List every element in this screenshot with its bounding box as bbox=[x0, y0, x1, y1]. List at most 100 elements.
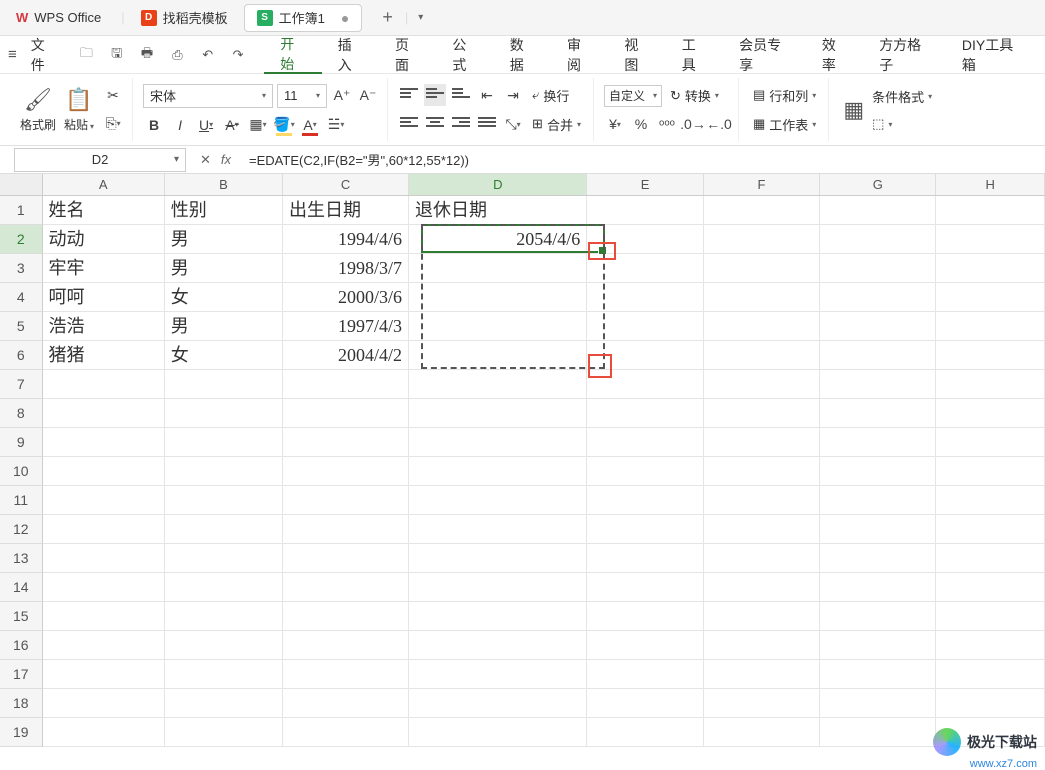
cancel-formula-icon[interactable]: ✕ bbox=[200, 152, 211, 168]
cell[interactable] bbox=[283, 399, 409, 428]
wrap-button[interactable]: ⤶ 换行 bbox=[528, 84, 573, 107]
valign-top[interactable] bbox=[398, 84, 420, 106]
tab-close-icon[interactable]: ● bbox=[341, 10, 349, 26]
cell[interactable] bbox=[283, 370, 409, 399]
cell[interactable] bbox=[165, 660, 283, 689]
cell[interactable] bbox=[43, 457, 165, 486]
cell[interactable] bbox=[43, 544, 165, 573]
file-menu[interactable]: 文件 bbox=[31, 35, 56, 75]
cell[interactable] bbox=[283, 544, 409, 573]
cut-icon[interactable]: ✂ bbox=[102, 85, 124, 107]
halign-center[interactable] bbox=[424, 113, 446, 135]
font-shrink-icon[interactable]: A⁻ bbox=[357, 85, 379, 107]
row-header[interactable]: 9 bbox=[0, 428, 43, 457]
cell[interactable] bbox=[704, 486, 820, 515]
cell[interactable] bbox=[820, 515, 936, 544]
phonetic-button[interactable]: ☱▾ bbox=[325, 114, 347, 136]
merge-button[interactable]: ⊞ 合并▾ bbox=[528, 113, 585, 136]
cell[interactable] bbox=[820, 428, 936, 457]
cell[interactable] bbox=[587, 283, 703, 312]
cell[interactable] bbox=[587, 486, 703, 515]
cell[interactable] bbox=[820, 660, 936, 689]
rowcol-button[interactable]: ▤ 行和列▾ bbox=[749, 84, 820, 107]
cell[interactable] bbox=[283, 486, 409, 515]
cell[interactable]: 女 bbox=[165, 341, 283, 370]
cell[interactable] bbox=[820, 457, 936, 486]
cell[interactable] bbox=[820, 573, 936, 602]
col-header-B[interactable]: B bbox=[165, 174, 283, 195]
cell[interactable] bbox=[165, 602, 283, 631]
app-tab-template[interactable]: D 找稻壳模板 bbox=[129, 4, 240, 32]
col-header-G[interactable]: G bbox=[820, 174, 936, 195]
row-header[interactable]: 1 bbox=[0, 196, 43, 225]
cell[interactable] bbox=[936, 254, 1045, 283]
cell[interactable] bbox=[587, 428, 703, 457]
cell[interactable] bbox=[587, 689, 703, 718]
row-header[interactable]: 15 bbox=[0, 602, 43, 631]
cell[interactable] bbox=[587, 254, 703, 283]
cell[interactable] bbox=[936, 457, 1045, 486]
cell[interactable] bbox=[704, 660, 820, 689]
cell[interactable] bbox=[936, 196, 1045, 225]
thousands-button[interactable]: ᵒᵒᵒ bbox=[656, 113, 678, 135]
tab-insert[interactable]: 插入 bbox=[322, 36, 379, 74]
cell[interactable] bbox=[409, 515, 587, 544]
cell[interactable] bbox=[936, 631, 1045, 660]
halign-left[interactable] bbox=[398, 113, 420, 135]
cell[interactable] bbox=[936, 689, 1045, 718]
col-header-H[interactable]: H bbox=[936, 174, 1045, 195]
cell[interactable] bbox=[43, 486, 165, 515]
cell[interactable]: 女 bbox=[165, 283, 283, 312]
cell[interactable] bbox=[409, 370, 587, 399]
row-header[interactable]: 4 bbox=[0, 283, 43, 312]
row-header[interactable]: 10 bbox=[0, 457, 43, 486]
cell[interactable] bbox=[587, 544, 703, 573]
cell[interactable] bbox=[165, 573, 283, 602]
cell[interactable] bbox=[587, 312, 703, 341]
cell[interactable] bbox=[820, 544, 936, 573]
fill-color-button[interactable]: 🪣▾ bbox=[273, 114, 295, 136]
preview-icon[interactable]: ⎙ bbox=[169, 46, 185, 64]
cell[interactable] bbox=[43, 602, 165, 631]
cell[interactable] bbox=[704, 457, 820, 486]
cell[interactable] bbox=[409, 341, 587, 370]
valign-bottom[interactable] bbox=[450, 84, 472, 106]
table-style-button[interactable]: ▦ bbox=[839, 78, 868, 141]
row-header[interactable]: 6 bbox=[0, 341, 43, 370]
row-header[interactable]: 3 bbox=[0, 254, 43, 283]
cell[interactable]: 性别 bbox=[165, 196, 283, 225]
font-name-select[interactable]: 宋体▾ bbox=[143, 84, 273, 108]
cell[interactable] bbox=[409, 544, 587, 573]
select-all-corner[interactable] bbox=[0, 174, 43, 195]
indent-dec[interactable]: ⇤ bbox=[476, 84, 498, 106]
cell[interactable] bbox=[409, 486, 587, 515]
cell[interactable] bbox=[820, 341, 936, 370]
hamburger-icon[interactable]: ≡ bbox=[8, 46, 17, 63]
print-icon[interactable]: 🖶 bbox=[139, 46, 155, 64]
cell[interactable]: 2054/4/6 bbox=[409, 225, 587, 254]
cell[interactable] bbox=[820, 196, 936, 225]
convert-button[interactable]: ↻ 转换▾ bbox=[666, 84, 723, 107]
cell[interactable] bbox=[43, 689, 165, 718]
cond-format-button[interactable]: 条件格式▾ bbox=[868, 85, 936, 108]
cell[interactable] bbox=[165, 399, 283, 428]
cell[interactable]: 1998/3/7 bbox=[283, 254, 409, 283]
cell[interactable] bbox=[409, 399, 587, 428]
cell[interactable] bbox=[165, 718, 283, 747]
cell[interactable] bbox=[820, 399, 936, 428]
cell[interactable] bbox=[936, 573, 1045, 602]
cell[interactable] bbox=[936, 341, 1045, 370]
cell[interactable] bbox=[704, 631, 820, 660]
italic-button[interactable]: I bbox=[169, 114, 191, 136]
cell[interactable] bbox=[936, 660, 1045, 689]
cell[interactable] bbox=[704, 341, 820, 370]
cell[interactable] bbox=[43, 573, 165, 602]
cell[interactable] bbox=[820, 312, 936, 341]
tab-tools[interactable]: 工具 bbox=[666, 36, 723, 74]
tab-diy[interactable]: DIY工具箱 bbox=[946, 36, 1037, 74]
cell[interactable] bbox=[704, 399, 820, 428]
col-header-D[interactable]: D bbox=[409, 174, 587, 195]
tab-efficiency[interactable]: 效率 bbox=[806, 36, 863, 74]
grid-body[interactable]: 1姓名性别出生日期退休日期2动动男1994/4/62054/4/63牢牢男199… bbox=[0, 196, 1045, 747]
save-icon[interactable]: 🖫 bbox=[109, 46, 125, 64]
